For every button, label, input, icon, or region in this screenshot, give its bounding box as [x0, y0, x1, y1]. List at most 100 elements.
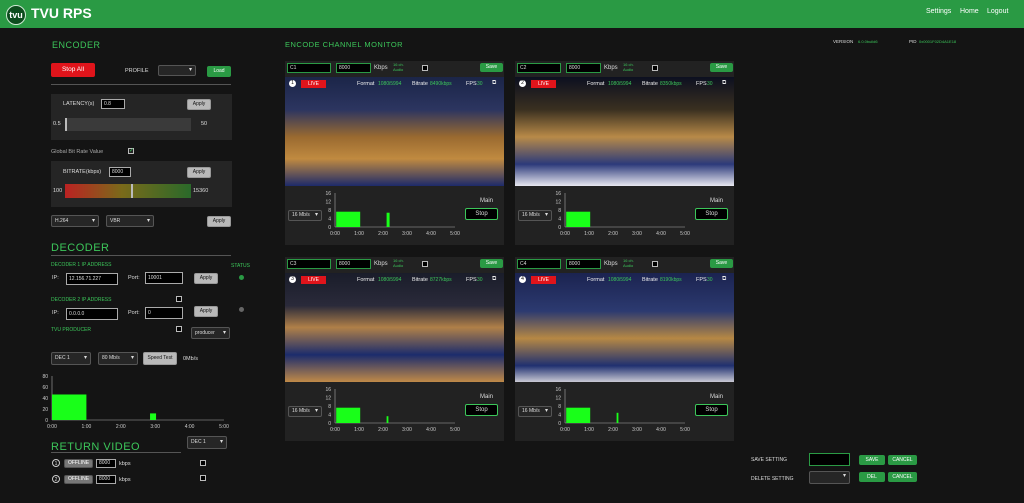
- return-row2-input[interactable]: 8000: [96, 475, 116, 484]
- bitrate-label: Bitrate: [412, 277, 428, 283]
- latency-slider-thumb[interactable]: [65, 118, 67, 131]
- decoder-bitrate-chart: 8060402000:00 1:00 2:00 3:00 4:00 5:00: [42, 374, 229, 430]
- channel-checkbox[interactable]: [422, 261, 428, 267]
- channel-kbps-input[interactable]: 8000: [566, 63, 601, 73]
- cast-icon[interactable]: ⧉: [722, 276, 726, 283]
- channel-kbps-input[interactable]: 8000: [566, 259, 601, 269]
- decoder2-ip-input[interactable]: 0.0.0.0: [66, 308, 118, 320]
- speed-test-button[interactable]: Speed Test: [143, 352, 177, 365]
- cast-icon[interactable]: ⧉: [492, 276, 496, 283]
- bitrate-apply-button[interactable]: Apply: [187, 167, 211, 178]
- channel-name-input[interactable]: C2: [517, 63, 561, 73]
- channel-audio-label: 16 ch. Audio: [393, 258, 404, 268]
- y-tick-label: 4: [328, 413, 331, 419]
- d1-ip-label: IP:: [52, 275, 59, 281]
- decoder2-apply-button[interactable]: Apply: [194, 306, 218, 317]
- channel-checkbox[interactable]: [652, 261, 658, 267]
- nav-logout[interactable]: Logout: [987, 8, 1008, 15]
- bitrate-value: 8190kbps: [660, 277, 682, 283]
- channel-kbps-input[interactable]: 8000: [336, 63, 371, 73]
- chart-bar: [150, 413, 157, 420]
- bitrate-min: 100: [53, 188, 63, 194]
- tvu-producer-checkbox[interactable]: [176, 326, 182, 332]
- channel-bitrate-chart: 16128400:00 1:00 2:00 3:00 4:00 5:00: [325, 191, 460, 237]
- y-tick-label: 8: [558, 404, 561, 410]
- channel-checkbox[interactable]: [422, 65, 428, 71]
- channel-audio-label: 16 ch. Audio: [623, 62, 634, 72]
- channel-name-input[interactable]: C1: [287, 63, 331, 73]
- latency-apply-button[interactable]: Apply: [187, 99, 211, 110]
- latency-min: 0.5: [53, 121, 61, 127]
- decoder1-apply-button[interactable]: Apply: [194, 273, 218, 284]
- save-cancel-button[interactable]: CANCEL: [888, 455, 917, 465]
- x-tick-label: 0:00: [330, 231, 340, 237]
- latency-input[interactable]: 0.8: [101, 99, 125, 109]
- return-row1-input[interactable]: 8000: [96, 459, 116, 468]
- channel-stop-button[interactable]: Stop: [695, 208, 728, 220]
- channel-save-button[interactable]: Save: [710, 63, 733, 72]
- channel-save-button[interactable]: Save: [710, 259, 733, 268]
- decoder1-ip-input[interactable]: 12.156.71.227: [66, 273, 118, 285]
- channel-name-input[interactable]: C3: [287, 259, 331, 269]
- channel-main-label: Main: [710, 198, 724, 204]
- channel-kbps-input[interactable]: 8000: [336, 259, 371, 269]
- save-setting-input[interactable]: [809, 453, 850, 466]
- bitrate-value: 8490kbps: [430, 81, 452, 87]
- channel-checkbox[interactable]: [652, 65, 658, 71]
- return-row1-checkbox[interactable]: [200, 460, 206, 466]
- producer-dropdown[interactable]: producer: [191, 327, 230, 339]
- x-tick-label: 2:00: [116, 424, 126, 430]
- latency-max: 50: [201, 121, 208, 127]
- profile-dropdown[interactable]: [158, 65, 196, 76]
- dec-select-dropdown[interactable]: DEC 1: [51, 352, 91, 365]
- y-tick-label: 12: [325, 200, 331, 206]
- global-bitrate-checkbox[interactable]: ✓: [128, 148, 134, 154]
- channel-name-input[interactable]: C4: [517, 259, 561, 269]
- format-label: Format: [357, 277, 375, 283]
- x-tick-label: 1:00: [354, 231, 364, 237]
- load-button[interactable]: Load: [207, 66, 231, 77]
- channel-stop-button[interactable]: Stop: [465, 404, 498, 416]
- bitrate-input[interactable]: 8000: [109, 167, 131, 177]
- bitrate-slider-thumb[interactable]: [130, 184, 133, 198]
- channel-number-badge: 2: [519, 80, 526, 87]
- delete-setting-button[interactable]: DEL: [859, 472, 885, 482]
- latency-slider[interactable]: [65, 118, 191, 131]
- channel-speed-dropdown[interactable]: 16 Mb/s: [518, 406, 552, 417]
- return-row2-checkbox[interactable]: [200, 475, 206, 481]
- x-tick-label: 3:00: [402, 231, 412, 237]
- channel-save-button[interactable]: Save: [480, 63, 503, 72]
- cast-icon[interactable]: ⧉: [722, 80, 726, 87]
- delete-cancel-button[interactable]: CANCEL: [888, 472, 917, 482]
- y-tick-label: 4: [328, 217, 331, 223]
- y-tick-label: 8: [558, 208, 561, 214]
- channel-stop-button[interactable]: Stop: [465, 208, 498, 220]
- channel-stop-button[interactable]: Stop: [695, 404, 728, 416]
- nav-home[interactable]: Home: [960, 8, 979, 15]
- return-row2-status[interactable]: OFFLINE: [64, 475, 93, 484]
- bitrate-slider[interactable]: [65, 184, 191, 198]
- decoder2-port-input[interactable]: 0: [145, 307, 183, 319]
- channel-speed-dropdown[interactable]: 16 Mb/s: [518, 210, 552, 221]
- decoder2-checkbox[interactable]: [176, 296, 182, 302]
- x-tick-label: 1:00: [82, 424, 92, 430]
- stop-all-button[interactable]: Stop All: [51, 63, 95, 77]
- mode-dropdown[interactable]: VBR: [106, 215, 154, 227]
- return-row1-status[interactable]: OFFLINE: [64, 459, 93, 468]
- channel-speed-dropdown[interactable]: 16 Mb/s: [288, 406, 322, 417]
- format-label: Format: [357, 81, 375, 87]
- codec-dropdown[interactable]: H.264: [51, 215, 99, 227]
- codec-apply-button[interactable]: Apply: [207, 216, 231, 227]
- delete-setting-dropdown[interactable]: [809, 471, 850, 484]
- cast-icon[interactable]: ⧉: [492, 80, 496, 87]
- y-tick-label: 16: [555, 387, 561, 393]
- channel-save-button[interactable]: Save: [480, 259, 503, 268]
- nav-settings[interactable]: Settings: [926, 8, 951, 15]
- return-dec-dropdown[interactable]: DEC 1: [187, 436, 227, 449]
- decoder1-port-input[interactable]: 10001: [145, 272, 183, 284]
- bitrate-label: Bitrate: [642, 81, 658, 87]
- fps-value: 30: [477, 81, 483, 87]
- save-setting-button[interactable]: SAVE: [859, 455, 885, 465]
- channel-speed-dropdown[interactable]: 16 Mb/s: [288, 210, 322, 221]
- speed-select-dropdown[interactable]: 80 Mb/s: [98, 352, 138, 365]
